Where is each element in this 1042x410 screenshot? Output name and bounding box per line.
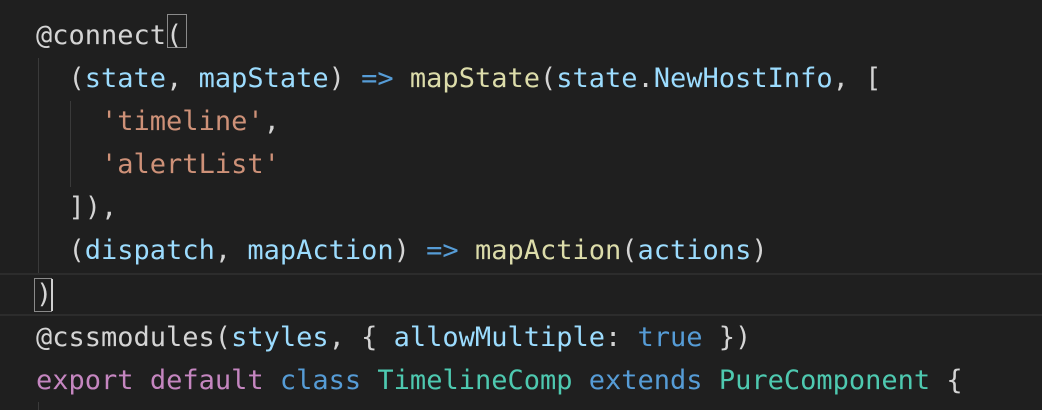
code-punctuation xyxy=(264,365,280,396)
code-identifier: state xyxy=(556,63,638,94)
code-punctuation: ( xyxy=(36,235,85,266)
code-identifier: actions xyxy=(637,235,752,266)
code-keyword: => xyxy=(426,235,459,266)
code-punctuation xyxy=(36,149,101,180)
code-punctuation: { xyxy=(930,365,963,396)
code-string: 'timeline' xyxy=(101,106,264,137)
code-punctuation: ]), xyxy=(36,192,118,223)
code-punctuation xyxy=(573,365,589,396)
code-identifier: mapAction xyxy=(247,235,394,266)
code-punctuation xyxy=(134,365,150,396)
code-class-name: TimelineComp xyxy=(377,365,573,396)
code-line[interactable]: ) xyxy=(36,273,1042,316)
code-punctuation xyxy=(459,235,475,266)
code-line[interactable]: (state, mapState) => mapState(state.NewH… xyxy=(36,57,1042,100)
code-identifier: styles xyxy=(231,322,329,353)
text-cursor xyxy=(51,279,53,311)
code-punctuation: ( xyxy=(539,63,557,94)
code-punctuation: , xyxy=(166,63,199,94)
code-identifier: allowMultiple xyxy=(393,322,605,353)
code-punctuation: @cssmodules( xyxy=(36,322,232,353)
code-punctuation xyxy=(36,106,101,137)
code-identifier: mapState xyxy=(198,63,329,94)
code-line[interactable]: export default class TimelineComp extend… xyxy=(36,359,1042,402)
code-control-keyword: default xyxy=(149,365,264,396)
code-punctuation: , xyxy=(214,235,248,266)
code-punctuation: @connect( xyxy=(36,20,183,51)
code-punctuation: ( xyxy=(621,235,638,266)
code-keyword: => xyxy=(361,63,394,94)
code-punctuation: , xyxy=(263,106,280,137)
code-punctuation: ) xyxy=(36,279,53,310)
code-line[interactable]: @connect( xyxy=(36,14,1042,57)
code-punctuation: }) xyxy=(702,322,752,353)
indent-guide xyxy=(38,402,39,410)
code-class-name: PureComponent xyxy=(718,365,931,396)
code-keyword: true xyxy=(637,322,703,353)
code-punctuation xyxy=(394,63,410,94)
code-punctuation: ) xyxy=(393,235,427,266)
code-keyword: class xyxy=(279,365,362,396)
code-punctuation: , { xyxy=(328,322,394,353)
code-punctuation: ) xyxy=(328,63,362,94)
code-punctuation: , [ xyxy=(832,63,882,94)
code-function-name: mapAction xyxy=(474,235,622,266)
code-line[interactable]: ]), xyxy=(36,186,1042,229)
code-control-keyword: export xyxy=(36,365,134,396)
code-identifier: state xyxy=(84,63,167,94)
code-punctuation xyxy=(703,365,719,396)
code-string: 'alertList' xyxy=(101,149,280,180)
code-punctuation: . xyxy=(637,63,654,94)
code-keyword: extends xyxy=(588,365,703,396)
code-function-name: mapState xyxy=(409,63,540,94)
code-punctuation: ) xyxy=(751,235,768,266)
code-punctuation: : xyxy=(604,322,638,353)
code-identifier: dispatch xyxy=(84,235,215,266)
code-identifier: NewHostInfo xyxy=(653,63,833,94)
code-line[interactable]: @cssmodules(styles, { allowMultiple: tru… xyxy=(36,316,1042,359)
code-punctuation xyxy=(361,365,377,396)
code-line[interactable]: 'timeline', xyxy=(36,100,1042,143)
code-line[interactable]: 'alertList' xyxy=(36,143,1042,186)
code-editor[interactable]: @connect( (state, mapState) => mapState(… xyxy=(0,0,1042,410)
code-line[interactable]: (dispatch, mapAction) => mapAction(actio… xyxy=(36,229,1042,272)
code-punctuation: ( xyxy=(36,63,85,94)
